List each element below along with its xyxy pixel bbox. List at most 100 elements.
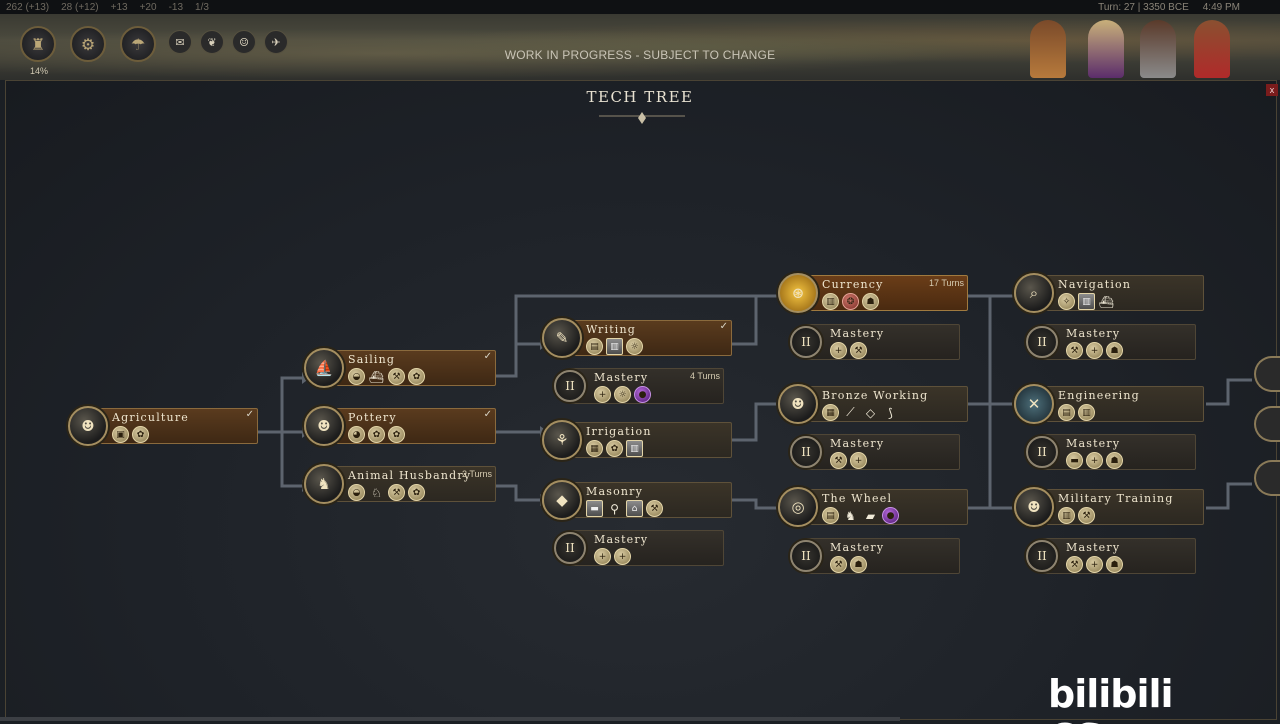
- completed-check-icon: ✓: [245, 409, 254, 420]
- production-icon[interactable]: ⚒: [830, 556, 847, 573]
- coin-icon: ⊛: [778, 273, 818, 313]
- plus-icon[interactable]: +: [830, 342, 847, 359]
- tech-agriculture[interactable]: ☻ Agriculture ✓ ▣ ✿: [68, 406, 258, 446]
- cart-icon[interactable]: ▰: [862, 507, 879, 524]
- production-icon[interactable]: ⚒: [1066, 342, 1083, 359]
- tech-pottery[interactable]: ☻ Pottery ✓ ◕ ✿ ✿: [304, 406, 496, 446]
- barracks-icon[interactable]: ▥: [1058, 507, 1075, 524]
- production-icon[interactable]: ⚒: [1078, 507, 1095, 524]
- age-progress-label: 14%: [30, 66, 49, 76]
- plus-icon[interactable]: +: [614, 548, 631, 565]
- tech-masonry[interactable]: ◆ Masonry ▬ ⚲ ⌂ ⚒: [542, 480, 732, 520]
- tech-bronze-working[interactable]: ☻ Bronze Working ▦ ⟋ ◇ ⟆: [778, 384, 968, 424]
- food-icon[interactable]: ✿: [388, 426, 405, 443]
- purple-gem-icon[interactable]: ●: [882, 507, 899, 524]
- tech-writing[interactable]: ✎ Writing ✓ ▤ ▥ ☼: [542, 318, 732, 358]
- road-icon[interactable]: ▤: [822, 507, 839, 524]
- page-title: TECH TREE: [586, 88, 694, 106]
- leader-portrait-1[interactable]: [1030, 20, 1066, 78]
- library-icon[interactable]: ▤: [586, 338, 603, 355]
- science-icon[interactable]: ☼: [614, 386, 631, 403]
- close-button[interactable]: x: [1266, 84, 1278, 96]
- gold-icon[interactable]: ⚒: [850, 342, 867, 359]
- plus-icon[interactable]: +: [1086, 342, 1103, 359]
- tech-engineering[interactable]: ✕ Engineering ▤ ▥: [1014, 384, 1204, 424]
- tech-currency[interactable]: ⊛ Currency 17 Turns ▥ ❂ ☗: [778, 273, 968, 313]
- gold-icon[interactable]: ☗: [850, 556, 867, 573]
- compass-icon[interactable]: ✧: [1058, 293, 1075, 310]
- food-icon[interactable]: ✿: [408, 484, 425, 501]
- science-icon[interactable]: ☼: [626, 338, 643, 355]
- food-icon[interactable]: ✿: [408, 368, 425, 385]
- leader-portrait-2[interactable]: [1088, 20, 1124, 78]
- plus-icon[interactable]: +: [594, 386, 611, 403]
- production-icon[interactable]: ⚒: [1066, 556, 1083, 573]
- market-icon[interactable]: ▥: [822, 293, 839, 310]
- obelisk-icon[interactable]: ⚲: [606, 500, 623, 517]
- plus-icon[interactable]: +: [850, 452, 867, 469]
- gold-icon[interactable]: ☗: [1106, 452, 1123, 469]
- chariot-icon[interactable]: ♞: [842, 507, 859, 524]
- leader-portrait-4[interactable]: [1194, 20, 1230, 78]
- farm-icon[interactable]: ▦: [586, 440, 603, 457]
- tech-navigation[interactable]: ⌕ Navigation ✧ ▥ ⛴: [1014, 273, 1204, 313]
- pasture-icon[interactable]: ◒: [348, 484, 365, 501]
- horizontal-scrollbar[interactable]: [0, 717, 900, 721]
- fishing-icon[interactable]: ◒: [348, 368, 365, 385]
- production-icon[interactable]: ⚒: [388, 368, 405, 385]
- watermark-logo: bilibili CScgy: [1048, 672, 1174, 724]
- pot-icon[interactable]: ◕: [348, 426, 365, 443]
- food-icon[interactable]: ✿: [606, 440, 623, 457]
- tech-irrigation[interactable]: ⚘ Irrigation ▦ ✿ ▥: [542, 420, 732, 460]
- tech-military-training[interactable]: ☻ Military Training ▥ ⚒: [1014, 487, 1204, 527]
- plus-icon[interactable]: +: [594, 548, 611, 565]
- tech-currency-mastery[interactable]: II Mastery + ⚒: [786, 322, 960, 362]
- ship-icon[interactable]: ⛴: [1098, 293, 1115, 310]
- tech-animal-husbandry[interactable]: ♞ Animal Husbandry 2 Turns ◒ ♘ ⚒ ✿: [304, 464, 496, 504]
- tech-wheel-mastery[interactable]: II Mastery ⚒ ☗: [786, 536, 960, 576]
- leader-portrait-3[interactable]: [1140, 20, 1176, 78]
- turns-remaining: 4 Turns: [689, 371, 720, 381]
- road-icon[interactable]: ▬: [1066, 452, 1083, 469]
- mine-icon[interactable]: ▦: [822, 404, 839, 421]
- trade-icon[interactable]: ❂: [842, 293, 859, 310]
- production-icon[interactable]: ⚒: [646, 500, 663, 517]
- shield-icon[interactable]: ◇: [862, 404, 879, 421]
- great-work-icon[interactable]: ▥: [606, 338, 623, 355]
- gold-icon[interactable]: ☗: [1106, 342, 1123, 359]
- happiness-resource: -13: [168, 1, 184, 13]
- wall-icon[interactable]: ▬: [586, 500, 603, 517]
- food-icon[interactable]: ✿: [132, 426, 149, 443]
- horse-icon[interactable]: ♘: [368, 484, 385, 501]
- sword-icon[interactable]: ⟆: [882, 404, 899, 421]
- spear-icon[interactable]: ⟋: [842, 404, 859, 421]
- boat-icon[interactable]: ⛴: [368, 368, 385, 385]
- workshop-icon[interactable]: ▤: [1058, 404, 1075, 421]
- tech-masonry-mastery[interactable]: II Mastery + +: [550, 528, 724, 568]
- culture-resource: +13: [110, 1, 128, 13]
- stone-block-icon: ◆: [542, 480, 582, 520]
- mastery-numeral-icon: II: [554, 370, 586, 402]
- harbor-icon[interactable]: ▥: [1078, 293, 1095, 310]
- mastery-numeral-icon: II: [554, 532, 586, 564]
- purple-gem-icon[interactable]: ●: [634, 386, 651, 403]
- tech-the-wheel[interactable]: ◎ The Wheel ▤ ♞ ▰ ●: [778, 487, 968, 527]
- merchant-icon[interactable]: ☗: [862, 293, 879, 310]
- tech-engineering-mastery[interactable]: II Mastery ▬ + ☗: [1022, 432, 1196, 472]
- granary-icon[interactable]: ▣: [112, 426, 129, 443]
- tech-sailing[interactable]: ⛵ Sailing ✓ ◒ ⛴ ⚒ ✿: [304, 348, 496, 388]
- bridge-icon[interactable]: ▥: [1078, 404, 1095, 421]
- tech-military-mastery[interactable]: II Mastery ⚒ + ☗: [1022, 536, 1196, 576]
- tech-writing-mastery[interactable]: II Mastery 4 Turns + ☼ ●: [550, 366, 724, 406]
- tech-navigation-mastery[interactable]: II Mastery ⚒ + ☗: [1022, 322, 1196, 362]
- gold-icon[interactable]: ☗: [1106, 556, 1123, 573]
- house-icon[interactable]: ⌂: [626, 500, 643, 517]
- production-icon[interactable]: ⚒: [388, 484, 405, 501]
- food-icon[interactable]: ✿: [368, 426, 385, 443]
- plus-icon[interactable]: +: [1086, 556, 1103, 573]
- aqueduct-icon[interactable]: ▥: [626, 440, 643, 457]
- completed-check-icon: ✓: [483, 409, 492, 420]
- tech-bronze-mastery[interactable]: II Mastery ⚒ +: [786, 432, 960, 472]
- plus-icon[interactable]: +: [1086, 452, 1103, 469]
- production-icon[interactable]: ⚒: [830, 452, 847, 469]
